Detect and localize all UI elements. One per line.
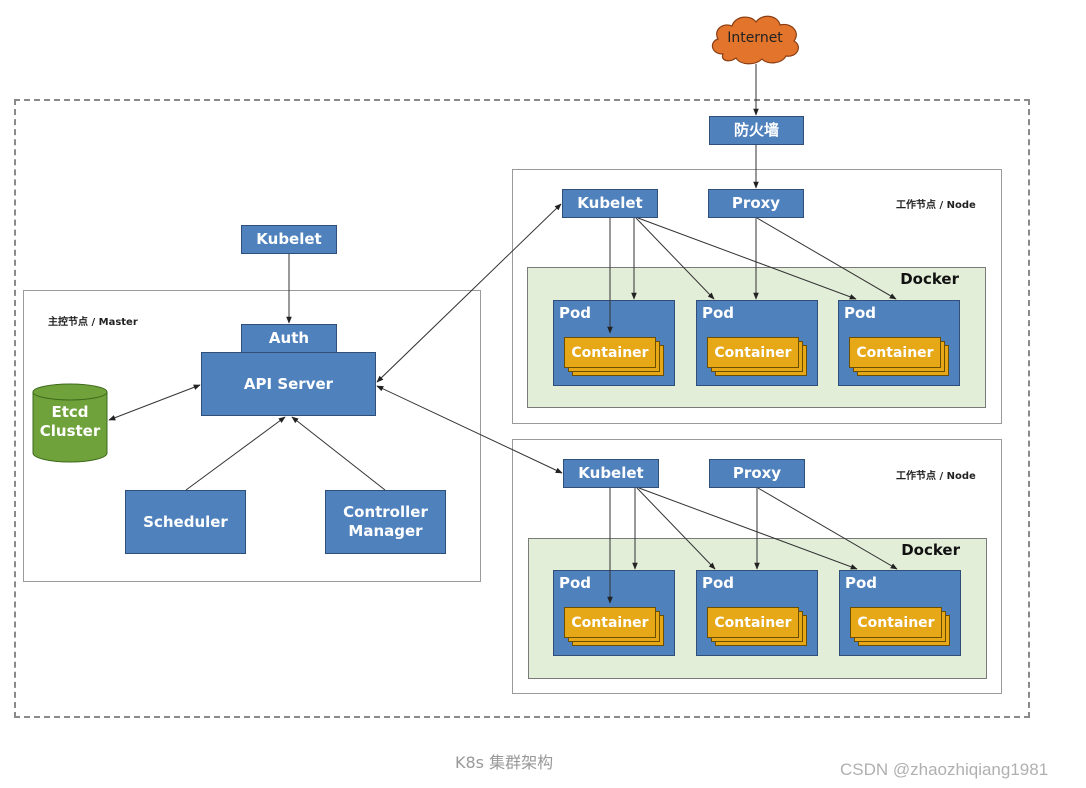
pod-label: Pod	[845, 574, 878, 592]
container-box: Container	[707, 337, 799, 368]
pod-label: Pod	[702, 304, 735, 322]
container-box: Container	[850, 607, 942, 638]
node2-kubelet-box: Kubelet	[563, 459, 659, 488]
node2-pod-3: Pod Container	[839, 570, 961, 656]
auth-box: Auth	[241, 324, 337, 353]
master-kubelet-box: Kubelet	[241, 225, 337, 254]
etcd-label-line2: Cluster	[39, 422, 101, 440]
pod-label: Pod	[559, 304, 592, 322]
controller-manager-line1: Controller	[343, 503, 428, 521]
controller-manager-box: Controller Manager	[325, 490, 446, 554]
scheduler-box: Scheduler	[125, 490, 246, 554]
internet-label: Internet	[727, 30, 783, 46]
node1-pod-2: Pod Container	[696, 300, 818, 386]
etcd-label-line1: Etcd	[51, 403, 89, 421]
container-box: Container	[564, 337, 656, 368]
node2-docker-label: Docker	[901, 541, 960, 559]
container-box: Container	[849, 337, 941, 368]
container-box: Container	[564, 607, 656, 638]
container-box: Container	[707, 607, 799, 638]
master-title: 主控节点 / Master	[48, 317, 138, 328]
pod-label: Pod	[844, 304, 877, 322]
node2-pod-1: Pod Container	[553, 570, 675, 656]
node1-docker-label: Docker	[900, 270, 959, 288]
node1-kubelet-box: Kubelet	[562, 189, 658, 218]
pod-label: Pod	[559, 574, 592, 592]
node1-pod-1: Pod Container	[553, 300, 675, 386]
pod-label: Pod	[702, 574, 735, 592]
node-title-2: 工作节点 / Node	[896, 471, 976, 482]
node1-pod-3: Pod Container	[838, 300, 960, 386]
api-server-box: API Server	[201, 352, 376, 416]
node2-pod-2: Pod Container	[696, 570, 818, 656]
csdn-watermark: CSDN @zhaozhiqiang1981	[840, 760, 1049, 779]
node-title-1: 工作节点 / Node	[896, 200, 976, 211]
controller-manager-line2: Manager	[348, 522, 423, 540]
diagram-caption: K8s 集群架构	[455, 753, 554, 772]
firewall-box: 防火墙	[709, 116, 804, 145]
node1-proxy-box: Proxy	[708, 189, 804, 218]
node2-proxy-box: Proxy	[709, 459, 805, 488]
